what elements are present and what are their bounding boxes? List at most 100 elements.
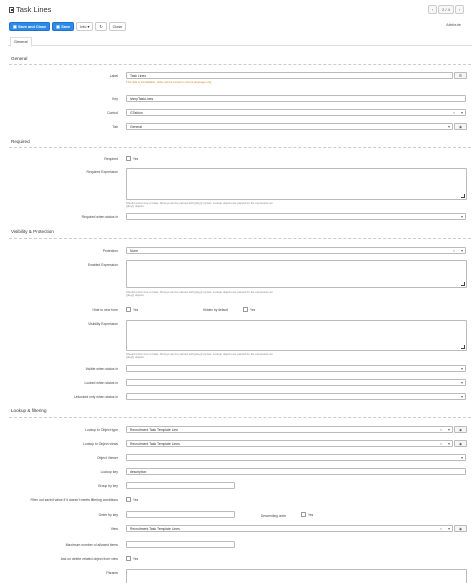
hide-new-form-label: Hide in new form: [92, 308, 118, 312]
info-dropdown-button[interactable]: Info ▾: [76, 22, 94, 31]
prev-record-button[interactable]: ‹: [428, 5, 437, 14]
lookup-key-input[interactable]: description: [126, 468, 466, 475]
section-lookup-heading: Lookup & filtering: [11, 408, 47, 413]
descending-order-label: Descending order: [261, 514, 287, 518]
resize-grip-icon[interactable]: [461, 282, 465, 286]
next-record-button[interactable]: ›: [455, 5, 464, 14]
chevron-left-icon: ‹: [431, 7, 434, 12]
section-divider: [9, 417, 471, 418]
key-field-label: Key: [112, 97, 118, 101]
filter-out-saved-label: Filter out saved value if it doesn't mee…: [30, 498, 118, 502]
lookup-object-type-select[interactable]: Recruitment Task Template Line ×: [126, 426, 453, 433]
view-view-button[interactable]: ◉: [454, 525, 467, 532]
clear-icon[interactable]: ×: [453, 111, 455, 115]
key-input[interactable]: lvtmpTaskLines: [126, 95, 466, 102]
refresh-button[interactable]: ↻: [95, 22, 107, 31]
object-viewer-label: Object Viewer: [96, 456, 118, 460]
chevron-down-icon: [461, 382, 463, 384]
section-divider: [9, 238, 471, 239]
unlocked-when-status-select[interactable]: [126, 393, 466, 400]
translations-button[interactable]: ☰: [454, 72, 467, 79]
required-when-status-select[interactable]: [126, 213, 466, 220]
save-button[interactable]: ▣ Save: [52, 22, 75, 31]
ask-on-delete-yes-label: Yes: [133, 557, 139, 561]
required-expression-label: Required Expression: [86, 170, 118, 174]
protection-select[interactable]: None ×: [126, 247, 466, 254]
filter-out-saved-yes-label: Yes: [133, 498, 139, 502]
control-select[interactable]: GTablon ×: [126, 109, 466, 116]
visible-when-status-select[interactable]: [126, 365, 466, 372]
tab-general[interactable]: General: [10, 37, 32, 47]
enabled-expression-textarea[interactable]: [126, 260, 467, 288]
required-yes-label: Yes: [133, 157, 139, 161]
view-object-type-button[interactable]: ◉: [454, 426, 467, 433]
enabled-expression-hint: Should return true or false. All keys ca…: [126, 290, 273, 298]
protection-label: Protection: [102, 249, 118, 253]
chevron-down-icon: [461, 368, 463, 370]
chevron-down-icon: [448, 528, 450, 530]
section-divider: [9, 64, 471, 65]
descending-order-yes-label: Yes: [308, 513, 314, 517]
tab-field-label: Tab: [112, 125, 118, 129]
clear-icon[interactable]: ×: [440, 527, 442, 531]
save-and-close-button[interactable]: ▣ Save and Close: [9, 22, 51, 31]
section-visibility-heading: Visibility & Protection: [11, 229, 54, 234]
clear-icon[interactable]: ×: [453, 249, 455, 253]
chevron-down-icon: [461, 112, 463, 114]
locked-when-status-select[interactable]: [126, 379, 466, 386]
hidden-by-default-yes-label: Yes: [250, 308, 256, 312]
clear-icon[interactable]: ×: [440, 428, 442, 432]
max-items-input[interactable]: [126, 541, 235, 548]
section-divider: [9, 147, 471, 148]
params-textarea[interactable]: [126, 569, 467, 583]
locked-when-status-label: Locked when status in: [84, 381, 118, 385]
view-object-views-button[interactable]: ◉: [454, 440, 467, 447]
label-field-label: Label: [109, 74, 118, 78]
lookup-key-label: Lookup key: [100, 470, 118, 474]
enabled-expression-label: Enabled Expression: [87, 263, 118, 267]
required-expression-textarea[interactable]: [126, 168, 467, 200]
view-tab-button[interactable]: ◉: [454, 123, 467, 130]
section-required-heading: Required: [11, 139, 30, 144]
control-field-label: Control: [107, 111, 118, 115]
lookup-object-views-select[interactable]: Recruitment Task Template Lines ×: [126, 440, 453, 447]
close-button[interactable]: Close: [108, 22, 127, 31]
required-when-status-label: Required when status in: [81, 215, 118, 219]
resize-grip-icon[interactable]: [461, 345, 465, 349]
required-field-label: Required: [104, 157, 118, 161]
chevron-down-icon: [461, 457, 463, 459]
lookup-object-views-label: Lookup to Object views: [82, 442, 118, 446]
visibility-expression-textarea[interactable]: [126, 320, 467, 351]
document-icon: [9, 6, 14, 13]
group-by-key-input[interactable]: [126, 482, 235, 489]
top-bar: Task Lines ‹ 2 / 4 ›: [0, 0, 474, 20]
order-by-key-input[interactable]: [126, 511, 235, 518]
chevron-down-icon: [461, 216, 463, 218]
descending-order-checkbox[interactable]: [301, 512, 306, 517]
order-by-key-label: Order by key: [98, 513, 118, 517]
chevron-down-icon: [448, 443, 450, 445]
chevron-down-icon: [448, 429, 450, 431]
resize-grip-icon[interactable]: [461, 194, 465, 198]
filter-out-saved-checkbox[interactable]: [126, 497, 131, 502]
hidden-by-default-label: Hidden by default: [203, 308, 228, 312]
attribute-label: Attribute: [446, 22, 461, 27]
ask-on-delete-checkbox[interactable]: [126, 556, 131, 561]
tab-select[interactable]: General: [126, 123, 453, 130]
hide-new-form-yes-label: Yes: [133, 308, 139, 312]
clear-icon[interactable]: ×: [440, 442, 442, 446]
refresh-icon: ↻: [99, 25, 103, 29]
required-checkbox[interactable]: [126, 156, 131, 161]
label-input[interactable]: Task Lines: [126, 72, 453, 79]
visibility-expression-label: Visibility Expression: [88, 322, 118, 326]
tab-bar: General: [8, 36, 472, 47]
hide-new-form-checkbox[interactable]: [126, 307, 131, 312]
object-viewer-select[interactable]: [126, 454, 466, 461]
view-select[interactable]: Recruitment Task Template Lines ×: [126, 525, 453, 532]
params-label: Params: [106, 571, 118, 575]
eye-icon: ◉: [458, 427, 463, 432]
visibility-expression-hint: Should return true or false. All keys ca…: [126, 352, 273, 360]
ask-on-delete-label: Ask on delete related object from view: [60, 557, 118, 561]
hidden-by-default-checkbox[interactable]: [243, 307, 248, 312]
label-hint: This field is translatable. Value will b…: [126, 80, 213, 84]
